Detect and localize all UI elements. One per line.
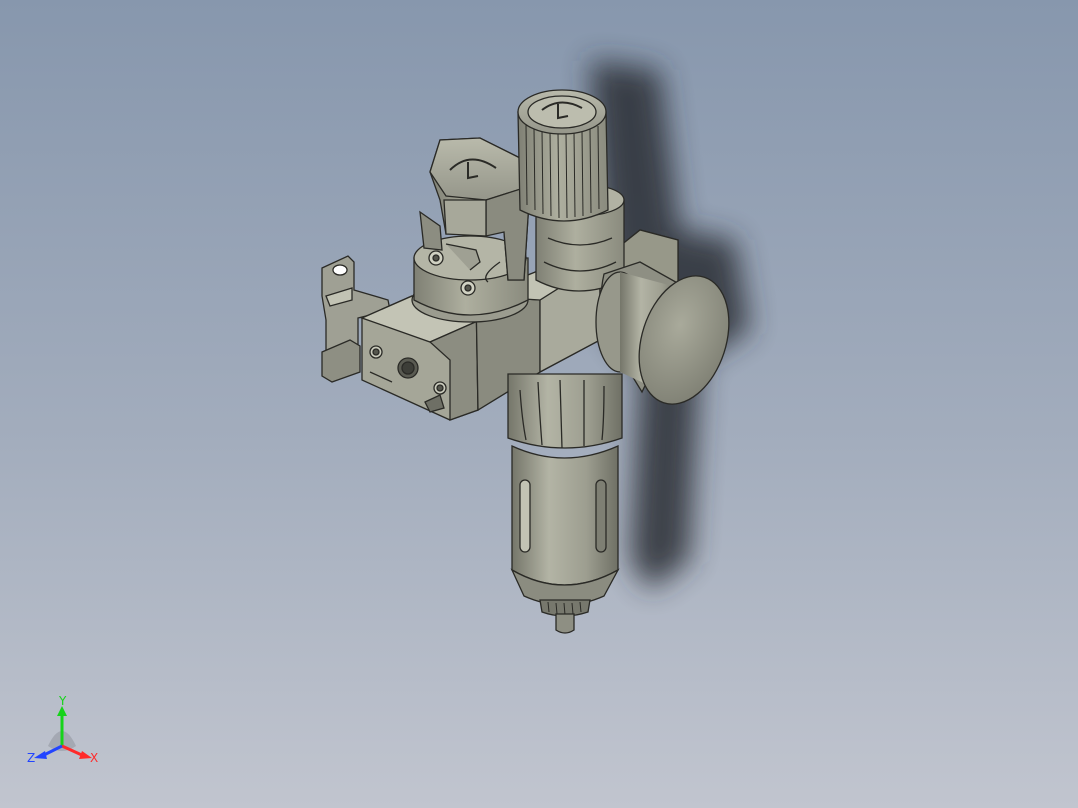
z-axis-label: Z [27,751,35,765]
cad-viewport[interactable]: Y X Z [0,0,1078,808]
orientation-triad[interactable]: Y X Z [24,690,114,770]
z-axis-arrow [34,751,47,759]
filter-regulator-model[interactable] [0,0,1078,808]
x-axis-label: X [90,751,98,765]
y-axis-label: Y [58,694,67,708]
filter-bowl [507,373,623,634]
pressure-adjust-knob[interactable] [517,89,609,222]
